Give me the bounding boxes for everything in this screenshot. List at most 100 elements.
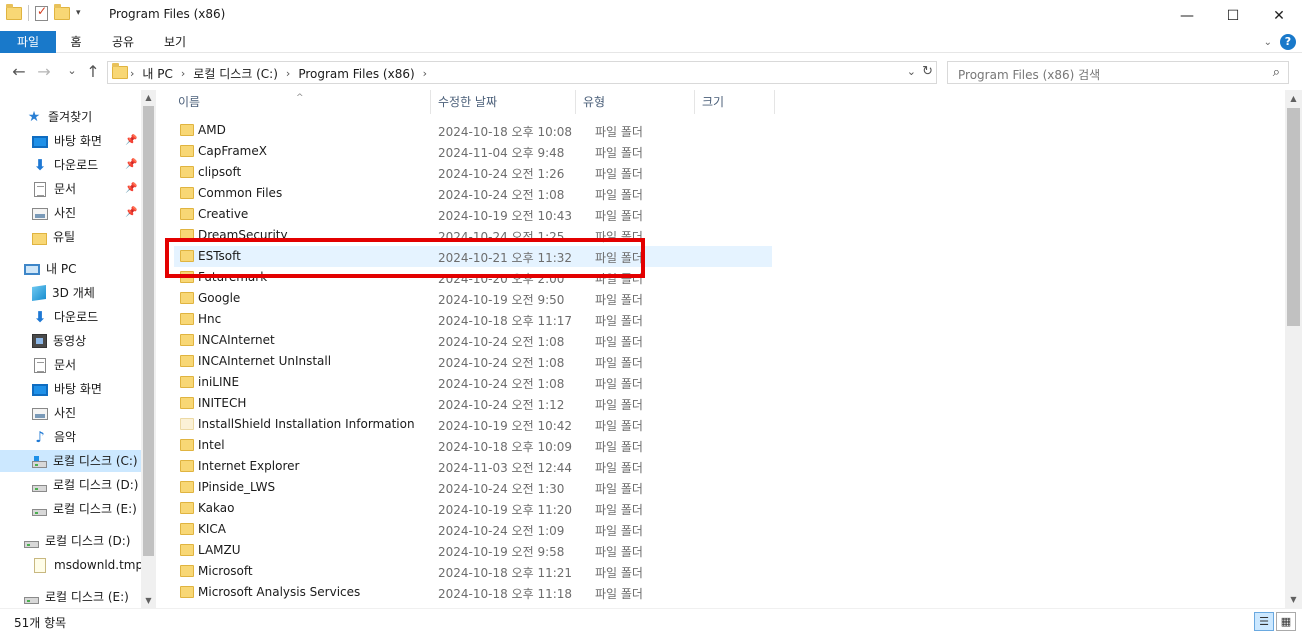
file-name[interactable]: LAMZU [198, 543, 241, 557]
help-icon[interactable]: ? [1280, 34, 1296, 50]
maximize-button[interactable]: ☐ [1210, 0, 1256, 31]
file-row[interactable]: ESTsoft 2024-10-21 오후 11:32 파일 폴더 [174, 246, 772, 267]
file-name[interactable]: clipsoft [198, 165, 241, 179]
file-name[interactable]: Microsoft Analysis Services [198, 585, 360, 599]
file-row[interactable]: Google 2024-10-19 오전 9:50 파일 폴더 [174, 288, 772, 309]
search-input[interactable]: Program Files (x86) 검색 ⌕ [947, 61, 1289, 84]
file-name[interactable]: CapFrameX [198, 144, 267, 158]
file-name[interactable]: AMD [198, 123, 226, 137]
file-row[interactable]: IPinside_LWS 2024-10-24 오전 1:30 파일 폴더 [174, 477, 772, 498]
address-dropdown-icon[interactable]: ⌄ [907, 65, 916, 78]
address-bar[interactable]: › 내 PC › 로컬 디스크 (C:) › Program Files (x8… [107, 61, 937, 84]
sidebar-item-local-disk-c[interactable]: 로컬 디스크 (C:) [0, 450, 141, 472]
file-row[interactable]: INCAInternet UnInstall 2024-10-24 오전 1:08… [174, 351, 772, 372]
sidebar-item-this-pc[interactable]: 내 PC [24, 258, 76, 280]
column-header-modified[interactable]: 수정한 날짜 [420, 90, 566, 114]
minimize-button[interactable]: — [1164, 0, 1210, 31]
forward-button[interactable]: → [34, 62, 54, 81]
search-icon[interactable]: ⌕ [1273, 65, 1280, 80]
up-button[interactable]: ↑ [83, 62, 103, 81]
sidebar-item-desktop-pinned[interactable]: 바탕 화면 [32, 130, 140, 152]
tab-home[interactable]: 홈 [62, 31, 90, 53]
file-name[interactable]: Creative [198, 207, 248, 221]
tab-share[interactable]: 공유 [106, 31, 140, 53]
file-row[interactable]: Futuremark 2024-10-20 오후 2:00 파일 폴더 [174, 267, 772, 288]
file-name[interactable]: DreamSecurity [198, 228, 288, 242]
sidebar-item-videos[interactable]: 동영상 [32, 330, 86, 352]
sidebar-item-drive-e-root[interactable]: 로컬 디스크 (E:) [24, 586, 129, 608]
close-button[interactable]: ✕ [1256, 0, 1302, 31]
file-row[interactable]: LAMZU 2024-10-19 오전 9:58 파일 폴더 [174, 540, 772, 561]
tab-file[interactable]: 파일 [0, 31, 56, 53]
tab-view[interactable]: 보기 [158, 31, 192, 53]
sidebar-item-pictures[interactable]: 사진 [32, 402, 76, 424]
file-row[interactable]: CapFrameX 2024-11-04 오후 9:48 파일 폴더 [174, 141, 772, 162]
sidebar-item-documents-pinned[interactable]: 문서 [32, 178, 76, 200]
scrollbar-thumb[interactable] [1287, 108, 1300, 326]
large-icons-view-button[interactable]: ▦ [1276, 612, 1296, 631]
file-row[interactable]: Common Files 2024-10-24 오전 1:08 파일 폴더 [174, 183, 772, 204]
column-header-name[interactable]: 이름 ^ [160, 90, 432, 114]
sidebar-item-music[interactable]: ♪ 음악 [32, 426, 76, 448]
sidebar-item-msdownld[interactable]: msdownld.tmp [32, 554, 143, 576]
scroll-down-icon[interactable]: ▼ [141, 593, 156, 608]
breadcrumb-local-disk-c[interactable]: 로컬 디스크 (C:) [193, 65, 278, 82]
file-name[interactable]: Futuremark [198, 270, 267, 284]
sidebar-item-drive-d-root[interactable]: 로컬 디스크 (D:) [24, 530, 130, 552]
sidebar-item-documents[interactable]: 문서 [32, 354, 76, 376]
sidebar-item-local-disk-d[interactable]: 로컬 디스크 (D:) [32, 474, 138, 496]
recent-locations-button[interactable]: ⌄ [62, 64, 82, 77]
properties-icon[interactable] [35, 4, 48, 21]
breadcrumb-separator[interactable]: › [286, 67, 290, 80]
column-header-type[interactable]: 유형 [565, 90, 685, 114]
file-name[interactable]: INCAInternet UnInstall [198, 354, 331, 368]
file-name[interactable]: Hnc [198, 312, 221, 326]
details-view-button[interactable]: ☰ [1254, 612, 1274, 631]
file-row[interactable]: AMD 2024-10-18 오후 10:08 파일 폴더 [174, 120, 772, 141]
file-row[interactable]: INITECH 2024-10-24 오전 1:12 파일 폴더 [174, 393, 772, 414]
file-name[interactable]: Intel [198, 438, 225, 452]
file-name[interactable]: IPinside_LWS [198, 480, 275, 494]
file-name[interactable]: Google [198, 291, 240, 305]
file-name[interactable]: INCAInternet [198, 333, 275, 347]
file-name[interactable]: ESTsoft [198, 249, 241, 263]
scroll-down-icon[interactable]: ▼ [1285, 591, 1302, 608]
file-row[interactable]: clipsoft 2024-10-24 오전 1:26 파일 폴더 [174, 162, 772, 183]
file-row[interactable]: INCAInternet 2024-10-24 오전 1:08 파일 폴더 [174, 330, 772, 351]
breadcrumb-program-files-x86[interactable]: Program Files (x86) [298, 67, 414, 81]
scroll-up-icon[interactable]: ▲ [141, 90, 156, 105]
file-row[interactable]: Internet Explorer 2024-11-03 오전 12:44 파일 폴… [174, 456, 772, 477]
file-row[interactable]: DreamSecurity 2024-10-24 오전 1:25 파일 폴더 [174, 225, 772, 246]
file-row[interactable]: Intel 2024-10-18 오후 10:09 파일 폴더 [174, 435, 772, 456]
column-header-size[interactable]: 크기 [684, 90, 774, 114]
file-name[interactable]: Microsoft [198, 564, 253, 578]
back-button[interactable]: ← [9, 62, 29, 81]
sidebar-item-3d-objects[interactable]: 3D 개체 [32, 282, 95, 304]
breadcrumb-separator[interactable]: › [130, 67, 134, 80]
sidebar-item-quick-access[interactable]: ★ 즐겨찾기 [26, 106, 92, 128]
breadcrumb-my-pc[interactable]: 내 PC [142, 65, 172, 82]
breadcrumb-separator[interactable]: › [181, 67, 185, 80]
column-divider[interactable] [774, 90, 775, 114]
sidebar-item-pictures-pinned[interactable]: 사진 [32, 202, 76, 224]
file-row[interactable]: Microsoft Analysis Services 2024-10-18 오후… [174, 582, 772, 603]
sidebar-item-utils[interactable]: 유틸 [32, 226, 75, 248]
file-row[interactable]: InstallShield Installation Information 20… [174, 414, 772, 435]
breadcrumb-separator[interactable]: › [423, 67, 427, 80]
file-row[interactable]: Hnc 2024-10-18 오후 11:17 파일 폴더 [174, 309, 772, 330]
scroll-up-icon[interactable]: ▲ [1285, 90, 1302, 107]
file-name[interactable]: Kakao [198, 501, 234, 515]
scrollbar-thumb[interactable] [143, 106, 154, 556]
file-name[interactable]: InstallShield Installation Information [198, 417, 415, 431]
file-row[interactable]: iniLINE 2024-10-24 오전 1:08 파일 폴더 [174, 372, 772, 393]
file-row[interactable]: Microsoft 2024-10-18 오후 11:21 파일 폴더 [174, 561, 772, 582]
sidebar-item-local-disk-e[interactable]: 로컬 디스크 (E:) [32, 498, 137, 520]
sidebar-item-downloads-pinned[interactable]: ⬇ 다운로드 [32, 154, 98, 176]
sidebar-item-downloads[interactable]: ⬇ 다운로드 [32, 306, 98, 328]
file-row[interactable]: KICA 2024-10-24 오전 1:09 파일 폴더 [174, 519, 772, 540]
expand-ribbon-icon[interactable]: ⌄ [1264, 37, 1272, 48]
file-name[interactable]: iniLINE [198, 375, 239, 389]
navigation-scrollbar[interactable]: ▲ ▼ [141, 90, 156, 608]
file-row[interactable]: Creative 2024-10-19 오전 10:43 파일 폴더 [174, 204, 772, 225]
customize-toolbar-icon[interactable]: ▾ [76, 8, 81, 18]
